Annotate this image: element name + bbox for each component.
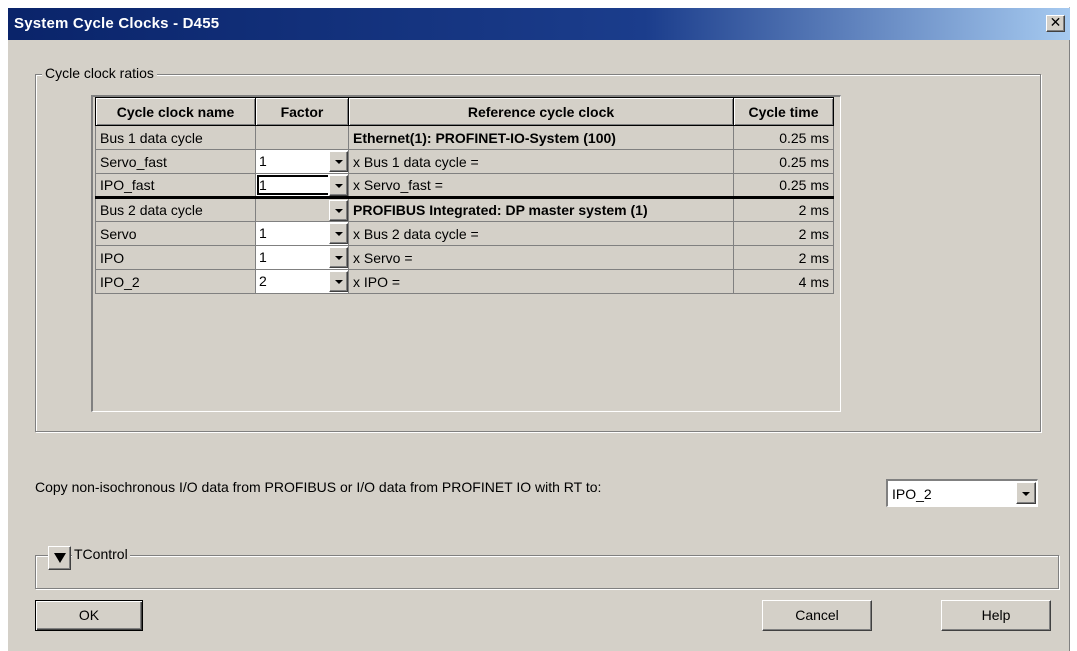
table-header-row: Cycle clock name Factor Reference cycle … — [95, 97, 834, 126]
table-row[interactable]: Bus 2 data cycle PROFIBUS Integrated: DP… — [95, 196, 834, 222]
factor-dropdown[interactable]: 1 — [255, 173, 349, 198]
cell-name: IPO_2 — [95, 269, 256, 294]
table-row[interactable]: IPO 1 x Servo = 2 ms — [95, 245, 834, 270]
system-cycle-clocks-dialog: System Cycle Clocks - D455 ✕ Cycle clock… — [7, 7, 1070, 651]
cell-reference: x Servo_fast = — [348, 173, 734, 198]
cell-reference: Ethernet(1): PROFINET-IO-System (100) — [348, 125, 734, 150]
cell-reference: x IPO = — [348, 269, 734, 294]
chevron-down-icon[interactable] — [329, 200, 348, 221]
factor-value: 1 — [259, 153, 267, 169]
triangle-down-icon — [54, 553, 66, 563]
factor-dropdown[interactable]: 1 — [255, 245, 349, 270]
tcontrol-expand-button[interactable] — [48, 546, 71, 570]
chevron-down-icon[interactable] — [329, 175, 348, 196]
table-row[interactable]: Bus 1 data cycle Ethernet(1): PROFINET-I… — [95, 125, 834, 150]
cell-reference: x Bus 1 data cycle = — [348, 149, 734, 174]
chevron-down-icon[interactable] — [329, 223, 348, 244]
cell-name: Bus 1 data cycle — [95, 125, 256, 150]
cycle-clock-ratios-label: Cycle clock ratios — [42, 65, 157, 81]
title-bar[interactable]: System Cycle Clocks - D455 ✕ — [8, 8, 1070, 40]
chevron-down-icon[interactable] — [329, 247, 348, 268]
cell-reference: PROFIBUS Integrated: DP master system (1… — [348, 196, 734, 222]
copy-io-dropdown[interactable]: IPO_2 — [886, 479, 1038, 507]
cell-name: Servo — [95, 221, 256, 246]
table-row[interactable]: IPO_fast 1 x Servo_fast = 0.25 ms — [95, 173, 834, 198]
copy-io-selected-value: IPO_2 — [892, 486, 932, 502]
tcontrol-label: TControl — [72, 546, 130, 562]
cell-cycle-time: 0.25 ms — [733, 173, 834, 198]
window-title: System Cycle Clocks - D455 — [14, 15, 220, 32]
header-cycle-time[interactable]: Cycle time — [733, 97, 834, 126]
cell-name: Servo_fast — [95, 149, 256, 174]
factor-value: 2 — [259, 273, 267, 289]
cell-cycle-time: 2 ms — [733, 221, 834, 246]
header-factor[interactable]: Factor — [255, 97, 349, 126]
chevron-down-icon[interactable] — [329, 271, 348, 292]
cell-name: IPO_fast — [95, 173, 256, 198]
factor-value: 1 — [259, 177, 267, 193]
cell-reference: x Servo = — [348, 245, 734, 270]
table-row[interactable]: Servo_fast 1 x Bus 1 data cycle = 0.25 m… — [95, 149, 834, 174]
factor-dropdown[interactable] — [255, 196, 349, 222]
cell-cycle-time: 0.25 ms — [733, 149, 834, 174]
factor-dropdown[interactable]: 1 — [255, 221, 349, 246]
chevron-down-icon[interactable] — [329, 151, 348, 172]
cell-cycle-time: 2 ms — [733, 245, 834, 270]
table-row[interactable]: Servo 1 x Bus 2 data cycle = 2 ms — [95, 221, 834, 246]
cycle-clock-table-frame: Cycle clock name Factor Reference cycle … — [91, 95, 841, 412]
factor-value: 1 — [259, 249, 267, 265]
table-row[interactable]: IPO_2 2 x IPO = 4 ms — [95, 269, 834, 294]
cell-factor — [255, 125, 349, 150]
tcontrol-group — [35, 555, 1059, 589]
close-icon[interactable]: ✕ — [1046, 15, 1065, 32]
cell-name: Bus 2 data cycle — [95, 196, 256, 222]
help-button[interactable]: Help — [941, 600, 1051, 631]
cycle-clock-table: Cycle clock name Factor Reference cycle … — [95, 97, 834, 294]
header-reference-cycle-clock[interactable]: Reference cycle clock — [348, 97, 734, 126]
factor-dropdown[interactable]: 2 — [255, 269, 349, 294]
chevron-down-icon[interactable] — [1016, 482, 1036, 504]
cell-cycle-time: 0.25 ms — [733, 125, 834, 150]
factor-dropdown[interactable]: 1 — [255, 149, 349, 174]
cell-cycle-time: 2 ms — [733, 196, 834, 222]
cell-reference: x Bus 2 data cycle = — [348, 221, 734, 246]
factor-value: 1 — [259, 225, 267, 241]
header-cycle-clock-name[interactable]: Cycle clock name — [95, 97, 256, 126]
cell-cycle-time: 4 ms — [733, 269, 834, 294]
cancel-button[interactable]: Cancel — [762, 600, 872, 631]
cell-name: IPO — [95, 245, 256, 270]
ok-button[interactable]: OK — [35, 600, 143, 631]
copy-io-label: Copy non-isochronous I/O data from PROFI… — [35, 479, 602, 495]
